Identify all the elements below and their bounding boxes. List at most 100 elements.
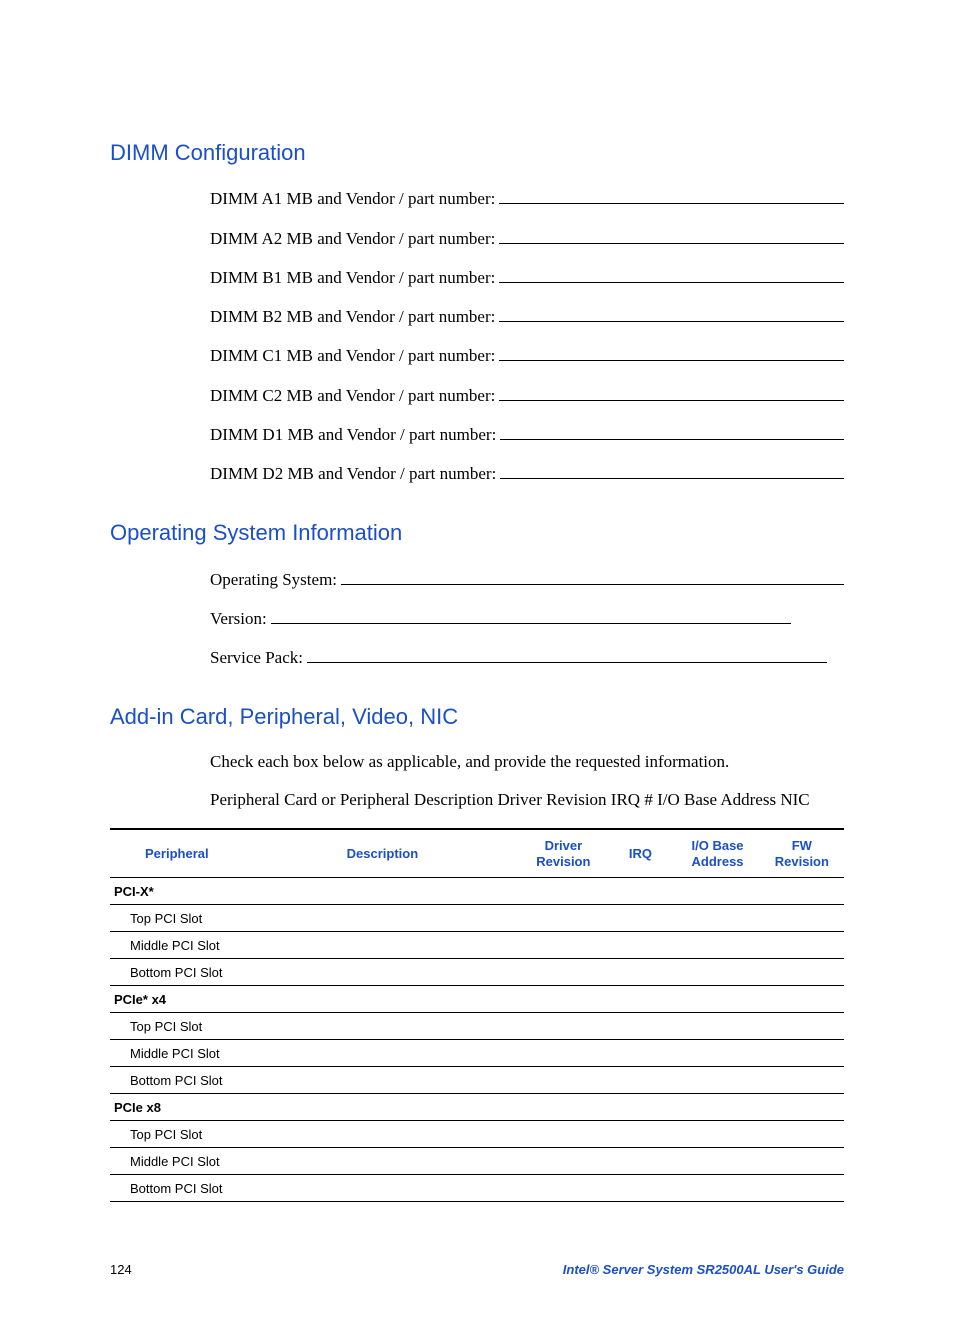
table-header-row: Peripheral Description Driver Revision I… [110,829,844,878]
peripheral-label: Bottom PCI Slot [110,1175,244,1202]
table-cell [760,1040,844,1067]
table-cell [606,1040,676,1067]
table-cell [675,1013,759,1040]
dimm-line: DIMM A2 MB and Vendor / part number: [210,227,844,248]
dimm-label: DIMM D1 MB and Vendor / part number: [210,425,500,445]
table-cell [675,1040,759,1067]
th-io-base: I/O Base Address [675,829,759,878]
table-row: Top PCI Slot [110,1013,844,1040]
table-cell [244,1175,522,1202]
os-blank [271,608,791,624]
dimm-blank [499,384,844,400]
dimm-blank [499,345,844,361]
table-cell [606,1013,676,1040]
dimm-blank [499,306,844,322]
dimm-blank [500,424,844,440]
table-row: Top PCI Slot [110,1121,844,1148]
page-footer: 124 Intel® Server System SR2500AL User's… [110,1262,844,1277]
table-cell [675,932,759,959]
table-row: PCIe* x4 [110,986,844,1013]
table-cell [760,1067,844,1094]
table-row: Bottom PCI Slot [110,1175,844,1202]
table-cell [606,1067,676,1094]
dimm-blank [499,188,844,204]
table-cell [760,878,844,905]
table-cell [244,959,522,986]
table-cell [244,878,522,905]
peripheral-label: Bottom PCI Slot [110,1067,244,1094]
table-cell [606,1175,676,1202]
table-cell [521,1175,605,1202]
dimm-label: DIMM C1 MB and Vendor / part number: [210,346,499,366]
dimm-line: DIMM B2 MB and Vendor / part number: [210,306,844,327]
os-label: Version: [210,609,271,629]
table-cell [675,1067,759,1094]
dimm-fields: DIMM A1 MB and Vendor / part number: DIMM… [210,188,844,484]
dimm-line: DIMM A1 MB and Vendor / part number: [210,188,844,209]
peripheral-label: PCIe x8 [110,1094,244,1121]
table-cell [675,1094,759,1121]
footer-doc-title: Intel® Server System SR2500AL User's Gui… [563,1262,844,1277]
th-description: Description [244,829,522,878]
table-cell [606,986,676,1013]
os-label: Operating System: [210,570,341,590]
table-cell [521,905,605,932]
dimm-blank [499,267,844,283]
dimm-heading: DIMM Configuration [110,140,844,166]
peripheral-label: Middle PCI Slot [110,932,244,959]
table-cell [244,932,522,959]
addin-intro-1: Check each box below as applicable, and … [210,752,844,772]
table-row: Middle PCI Slot [110,1148,844,1175]
dimm-label: DIMM A1 MB and Vendor / part number: [210,189,499,209]
addin-intro-2: Peripheral Card or Peripheral Descriptio… [210,790,844,810]
dimm-label: DIMM B1 MB and Vendor / part number: [210,268,499,288]
table-cell [675,878,759,905]
table-cell [521,1121,605,1148]
os-blank [341,568,844,584]
table-cell [244,905,522,932]
table-cell [521,932,605,959]
table-cell [606,932,676,959]
peripheral-label: Top PCI Slot [110,1121,244,1148]
table-cell [760,986,844,1013]
table-cell [521,1040,605,1067]
table-cell [675,1175,759,1202]
dimm-label: DIMM D2 MB and Vendor / part number: [210,464,500,484]
table-row: Bottom PCI Slot [110,1067,844,1094]
os-line: Service Pack: [210,647,844,668]
peripheral-label: Middle PCI Slot [110,1040,244,1067]
peripheral-label: Top PCI Slot [110,1013,244,1040]
th-irq: IRQ [606,829,676,878]
peripheral-label: Bottom PCI Slot [110,959,244,986]
peripheral-label: Middle PCI Slot [110,1148,244,1175]
addin-heading: Add-in Card, Peripheral, Video, NIC [110,704,844,730]
dimm-blank [499,227,844,243]
dimm-line: DIMM D2 MB and Vendor / part number: [210,463,844,484]
peripheral-label: PCIe* x4 [110,986,244,1013]
table-cell [760,905,844,932]
peripheral-label: Top PCI Slot [110,905,244,932]
table-row: Middle PCI Slot [110,1040,844,1067]
table-cell [521,986,605,1013]
table-cell [244,1040,522,1067]
table-row: Top PCI Slot [110,905,844,932]
table-cell [606,905,676,932]
table-cell [675,959,759,986]
table-row: PCI-X* [110,878,844,905]
table-cell [675,986,759,1013]
table-cell [606,1121,676,1148]
dimm-label: DIMM A2 MB and Vendor / part number: [210,229,499,249]
os-blank [307,647,827,663]
table-cell [675,1148,759,1175]
table-cell [521,1094,605,1121]
peripheral-table: Peripheral Description Driver Revision I… [110,828,844,1202]
table-cell [244,1067,522,1094]
table-cell [760,959,844,986]
page-content: DIMM Configuration DIMM A1 MB and Vendor… [0,0,954,1337]
os-fields: Operating System: Version: Service Pack: [210,568,844,668]
os-label: Service Pack: [210,648,307,668]
table-row: Bottom PCI Slot [110,959,844,986]
dimm-line: DIMM C2 MB and Vendor / part number: [210,384,844,405]
table-cell [760,1013,844,1040]
table-cell [606,1148,676,1175]
